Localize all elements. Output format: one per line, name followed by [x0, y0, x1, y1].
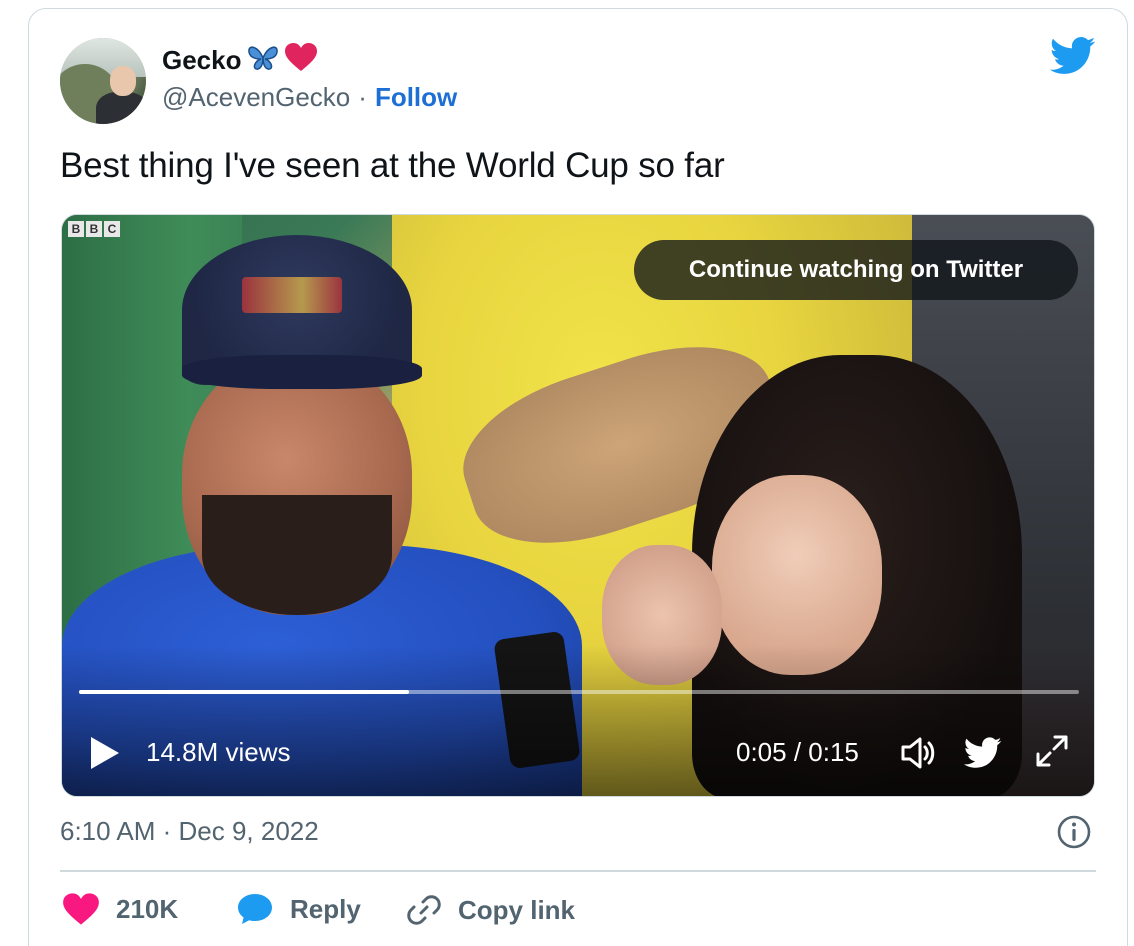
video-time: 0:05 / 0:15 — [736, 737, 859, 767]
tweet-text: Best thing I've seen at the World Cup so… — [60, 146, 725, 185]
link-icon — [407, 895, 441, 925]
display-name[interactable]: Gecko — [162, 45, 242, 76]
reply-bubble-icon — [238, 894, 272, 924]
tweet-timestamp[interactable]: 6:10 AM · Dec 9, 2022 — [60, 816, 319, 847]
reply-label: Reply — [290, 893, 361, 924]
continue-watching-button[interactable]: Continue watching on Twitter — [634, 240, 1078, 300]
author-name-row[interactable]: Gecko — [162, 42, 318, 78]
heart-emoji-icon — [284, 42, 318, 78]
heart-icon — [63, 893, 99, 925]
volume-icon[interactable] — [898, 733, 938, 773]
video-twitter-icon[interactable] — [964, 737, 1002, 769]
twitter-logo-icon[interactable] — [1050, 36, 1096, 76]
info-icon[interactable] — [1056, 814, 1092, 850]
video-progress-fill — [79, 690, 409, 694]
view-count: 14.8M views — [146, 737, 291, 767]
follow-button[interactable]: Follow — [375, 82, 457, 113]
copy-link-button[interactable]: Copy link — [406, 892, 575, 928]
butterfly-icon — [246, 44, 280, 76]
separator: · — [358, 82, 367, 112]
avatar[interactable] — [60, 38, 146, 124]
like-button[interactable]: 210K — [62, 892, 178, 926]
video-progress-bar[interactable] — [79, 690, 1079, 694]
bbc-logo: BBC — [68, 221, 120, 237]
reply-button[interactable]: Reply — [236, 892, 361, 926]
video-player[interactable]: BBC Continue watching on Twitter 14.8M v… — [61, 214, 1095, 797]
play-icon[interactable] — [88, 735, 122, 771]
like-count: 210K — [116, 893, 179, 924]
copy-link-label: Copy link — [458, 894, 576, 925]
divider — [60, 870, 1096, 872]
expand-icon[interactable] — [1034, 733, 1070, 769]
handle-row: @AcevenGecko · Follow — [162, 82, 457, 113]
handle[interactable]: @AcevenGecko — [162, 82, 350, 113]
